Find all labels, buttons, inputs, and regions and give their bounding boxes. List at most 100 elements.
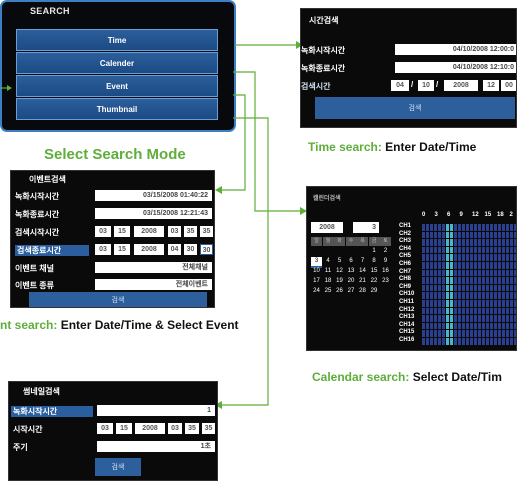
timeline-cell[interactable] bbox=[438, 239, 441, 246]
month-field[interactable]: 3 bbox=[353, 222, 379, 233]
period-value[interactable]: 1초 bbox=[97, 441, 215, 452]
timeline-cell[interactable] bbox=[458, 231, 461, 239]
timeline-cell[interactable] bbox=[478, 262, 481, 269]
timeline-cell[interactable] bbox=[442, 330, 445, 337]
timeline-cell[interactable] bbox=[438, 277, 441, 284]
timeline-cell[interactable] bbox=[494, 284, 497, 292]
timeline-cell[interactable] bbox=[510, 277, 513, 284]
timeline-cell[interactable] bbox=[434, 322, 437, 330]
timeline-cell[interactable] bbox=[498, 292, 501, 299]
timeline-cell[interactable] bbox=[454, 262, 457, 269]
timeline-cell[interactable] bbox=[502, 315, 505, 322]
timeline-cell[interactable] bbox=[474, 315, 477, 322]
timeline-cell[interactable] bbox=[458, 277, 461, 284]
timeline-cell[interactable] bbox=[482, 300, 485, 307]
calendar-day[interactable]: 12 bbox=[334, 267, 345, 276]
timeline-cell[interactable] bbox=[426, 224, 429, 231]
timeline-cell[interactable] bbox=[498, 338, 501, 345]
timeline-cell[interactable] bbox=[502, 224, 505, 231]
time-button[interactable]: Time bbox=[16, 29, 218, 51]
timeline-cell[interactable] bbox=[510, 300, 513, 307]
timeline-cell[interactable] bbox=[450, 239, 453, 246]
timeline-cell[interactable] bbox=[422, 277, 425, 284]
timeline-cell[interactable] bbox=[494, 315, 497, 322]
timeline-cell[interactable] bbox=[482, 315, 485, 322]
timeline-cell[interactable] bbox=[422, 224, 425, 231]
timeline-cell[interactable] bbox=[446, 231, 449, 239]
calendar-day[interactable]: 9 bbox=[380, 257, 391, 266]
calendar-day[interactable]: 19 bbox=[334, 277, 345, 286]
timeline-cell[interactable] bbox=[498, 307, 501, 315]
timeline-cell[interactable] bbox=[506, 338, 509, 345]
timeline-cell[interactable] bbox=[454, 330, 457, 337]
timeline-cell[interactable] bbox=[446, 338, 449, 345]
timeline-cell[interactable] bbox=[478, 307, 481, 315]
timeline-cell[interactable] bbox=[502, 300, 505, 307]
timeline-cell[interactable] bbox=[462, 224, 465, 231]
timeline-cell[interactable] bbox=[498, 224, 501, 231]
timeline-cell[interactable] bbox=[438, 322, 441, 330]
timeline-cell[interactable] bbox=[482, 338, 485, 345]
timeline-cell[interactable] bbox=[510, 307, 513, 315]
calendar-day[interactable]: 18 bbox=[323, 277, 334, 286]
calendar-day[interactable]: 25 bbox=[323, 287, 334, 296]
timeline-cell[interactable] bbox=[442, 231, 445, 239]
timeline-cell[interactable] bbox=[486, 292, 489, 299]
timeline-cell[interactable] bbox=[466, 300, 469, 307]
timeline-cell[interactable] bbox=[426, 330, 429, 337]
timeline-cell[interactable] bbox=[450, 262, 453, 269]
timeline-cell[interactable] bbox=[446, 322, 449, 330]
timeline-cell[interactable] bbox=[510, 284, 513, 292]
timeline-cell[interactable] bbox=[490, 284, 493, 292]
timeline-cell[interactable] bbox=[470, 322, 473, 330]
timeline-cell[interactable] bbox=[458, 300, 461, 307]
timeline-cell[interactable] bbox=[474, 262, 477, 269]
timeline-cell[interactable] bbox=[502, 284, 505, 292]
timeline-cell[interactable] bbox=[494, 254, 497, 261]
timeline-cell[interactable] bbox=[438, 224, 441, 231]
timeline-cell[interactable] bbox=[466, 284, 469, 292]
timeline-cell[interactable] bbox=[438, 246, 441, 254]
timeline-cell[interactable] bbox=[426, 246, 429, 254]
calendar-day[interactable]: 15 bbox=[369, 267, 380, 276]
timeline-cell[interactable] bbox=[462, 338, 465, 345]
calendar-day[interactable]: 20 bbox=[346, 277, 357, 286]
timeline-cell[interactable] bbox=[450, 307, 453, 315]
timeline-cell[interactable] bbox=[454, 277, 457, 284]
month-field[interactable]: 04 bbox=[391, 80, 409, 91]
timeline-cell[interactable] bbox=[430, 224, 433, 231]
calendar-day[interactable]: 16 bbox=[380, 267, 391, 276]
start-second-field[interactable]: 35 bbox=[202, 423, 215, 434]
year-field[interactable]: 2008 bbox=[444, 80, 478, 91]
timeline-cell[interactable] bbox=[490, 307, 493, 315]
timeline-cell[interactable] bbox=[470, 315, 473, 322]
calendar-day[interactable]: 11 bbox=[323, 267, 334, 276]
timeline-cell[interactable] bbox=[426, 262, 429, 269]
timeline-cell[interactable] bbox=[478, 338, 481, 345]
timeline-cell[interactable] bbox=[482, 292, 485, 299]
calendar-day[interactable]: 26 bbox=[334, 287, 345, 296]
timeline-cell[interactable] bbox=[450, 330, 453, 337]
timeline-cell[interactable] bbox=[490, 277, 493, 284]
calendar-day[interactable]: 1 bbox=[369, 247, 380, 256]
timeline-cell[interactable] bbox=[486, 307, 489, 315]
timeline-cell[interactable] bbox=[442, 224, 445, 231]
timeline-cell[interactable] bbox=[458, 284, 461, 292]
event-button[interactable]: Event bbox=[16, 75, 218, 97]
timeline-cell[interactable] bbox=[458, 254, 461, 261]
search-button[interactable]: 검색 bbox=[29, 292, 207, 307]
timeline-cell[interactable] bbox=[482, 307, 485, 315]
timeline-cell[interactable] bbox=[426, 315, 429, 322]
timeline-cell[interactable] bbox=[446, 300, 449, 307]
timeline-cell[interactable] bbox=[478, 239, 481, 246]
timeline-cell[interactable] bbox=[430, 315, 433, 322]
timeline-cell[interactable] bbox=[490, 300, 493, 307]
timeline-cell[interactable] bbox=[450, 300, 453, 307]
timeline-cell[interactable] bbox=[434, 307, 437, 315]
timeline-cell[interactable] bbox=[490, 246, 493, 254]
calendar-day[interactable]: 21 bbox=[357, 277, 368, 286]
timeline-cell[interactable] bbox=[470, 224, 473, 231]
timeline-cell[interactable] bbox=[470, 269, 473, 277]
timeline-cell[interactable] bbox=[470, 292, 473, 299]
timeline-cell[interactable] bbox=[482, 262, 485, 269]
